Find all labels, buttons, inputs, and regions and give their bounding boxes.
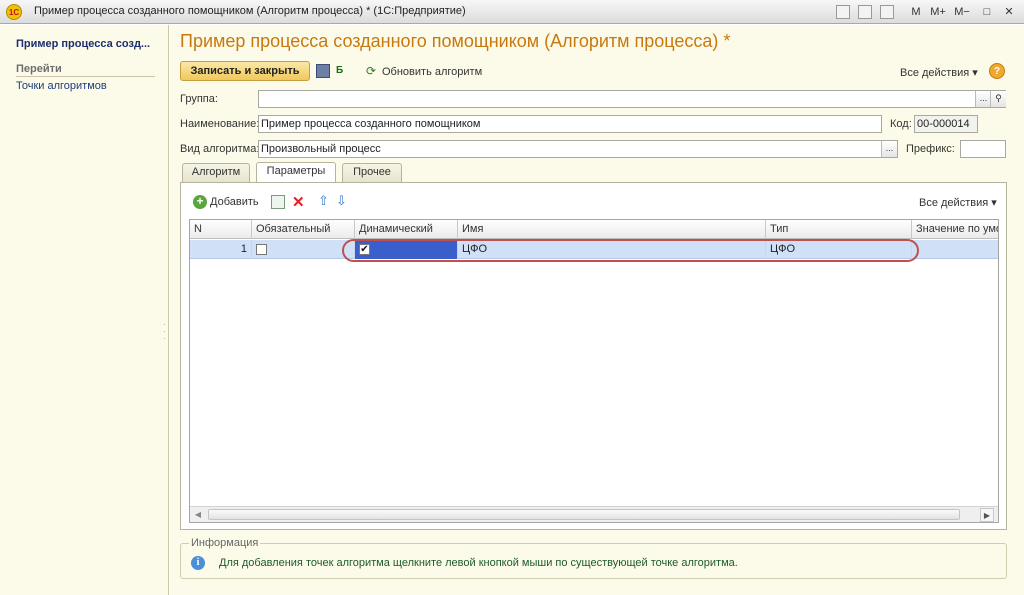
group-field[interactable]: [258, 90, 1006, 108]
select-button[interactable]: ...: [975, 91, 991, 107]
all-actions-menu[interactable]: Все действия ▾: [900, 66, 978, 79]
name-label: Наименование:: [180, 118, 260, 130]
parameters-panel: + Добавить ✕ ⇧ ⇩ Все действия ▾ N Обязат…: [180, 182, 1007, 530]
select-type-button[interactable]: ...: [881, 141, 897, 157]
info-text: Для добавления точек алгоритма щелкните …: [219, 557, 738, 569]
group-label: Группа:: [180, 93, 218, 105]
table-header: N Обязательный Динамический Имя Тип Знач…: [190, 220, 998, 239]
column-n[interactable]: N: [190, 220, 252, 239]
app-logo-icon: 1C: [6, 4, 22, 20]
scroll-left-icon[interactable]: ◀: [192, 509, 204, 521]
memory-plus-button[interactable]: M+: [928, 4, 948, 20]
window-title: Пример процесса созданного помощником (А…: [34, 5, 466, 17]
sidebar-item-algorithm-points[interactable]: Точки алгоритмов: [16, 80, 107, 92]
copy-icon[interactable]: [271, 195, 285, 209]
parameters-table[interactable]: N Обязательный Динамический Имя Тип Знач…: [189, 219, 999, 523]
tab-algorithm[interactable]: Алгоритм: [182, 163, 250, 182]
scroll-thumb[interactable]: [208, 509, 960, 520]
name-field[interactable]: Пример процесса созданного помощником: [258, 115, 882, 133]
algorithm-type-label: Вид алгоритма:: [180, 143, 260, 155]
sidebar-title[interactable]: Пример процесса созд...: [16, 38, 150, 50]
refresh-icon[interactable]: ⟳: [366, 64, 376, 78]
search-icon[interactable]: ⚲: [990, 91, 1006, 107]
column-default-value[interactable]: Значение по умо: [912, 220, 998, 239]
code-field: 00-000014: [914, 115, 978, 133]
column-required[interactable]: Обязательный: [252, 220, 355, 239]
algorithm-form: Пример процесса созданного помощником (А…: [170, 25, 1024, 595]
sidebar-section-goto: Перейти: [16, 63, 155, 77]
info-title: Информация: [189, 537, 261, 549]
table-all-actions-menu[interactable]: Все действия ▾: [919, 196, 997, 209]
scroll-right-icon[interactable]: ▶: [980, 508, 994, 522]
form-title: Пример процесса созданного помощником (А…: [180, 31, 731, 51]
save-icon[interactable]: [316, 64, 330, 78]
prefix-field[interactable]: [960, 140, 1006, 158]
memory-minus-button[interactable]: M−: [952, 4, 972, 20]
calendar-icon[interactable]: [880, 5, 894, 19]
annotation-highlight: [342, 239, 919, 262]
row-number: 1: [190, 240, 252, 259]
tab-other[interactable]: Прочее: [342, 163, 402, 182]
structure-icon[interactable]: Б: [336, 64, 350, 78]
add-button[interactable]: Добавить: [210, 196, 259, 208]
info-icon: i: [191, 556, 205, 570]
history-icon[interactable]: [836, 5, 850, 19]
default-value-cell[interactable]: [912, 240, 998, 259]
delete-icon[interactable]: ✕: [292, 193, 305, 211]
refresh-algorithm-button[interactable]: Обновить алгоритм: [382, 66, 482, 78]
restore-icon[interactable]: □: [980, 4, 994, 20]
prefix-label: Префикс:: [906, 143, 955, 155]
horizontal-scrollbar[interactable]: ◀ ▶: [190, 506, 998, 522]
column-name[interactable]: Имя: [458, 220, 766, 239]
add-icon[interactable]: +: [193, 195, 207, 209]
calculator-icon[interactable]: [858, 5, 872, 19]
move-down-icon[interactable]: ⇩: [336, 193, 347, 209]
close-icon[interactable]: ✕: [1002, 4, 1016, 20]
save-and-close-button[interactable]: Записать и закрыть: [180, 61, 310, 81]
splitter-handle[interactable]: · · ·: [163, 321, 166, 345]
window-titlebar: 1C Пример процесса созданного помощником…: [0, 0, 1024, 24]
algorithm-type-field[interactable]: Произвольный процесс: [258, 140, 898, 158]
navigation-sidebar: Пример процесса созд... Перейти Точки ал…: [0, 25, 169, 595]
column-dynamic[interactable]: Динамический: [355, 220, 458, 239]
tab-parameters[interactable]: Параметры: [256, 162, 336, 182]
help-icon[interactable]: ?: [989, 63, 1005, 79]
required-cell[interactable]: [252, 240, 355, 259]
column-type[interactable]: Тип: [766, 220, 912, 239]
memory-button[interactable]: M: [908, 4, 924, 20]
required-checkbox[interactable]: [256, 244, 267, 255]
info-panel: Информация i Для добавления точек алгори…: [180, 537, 1007, 579]
code-label: Код:: [890, 118, 912, 130]
move-up-icon[interactable]: ⇧: [318, 193, 329, 209]
